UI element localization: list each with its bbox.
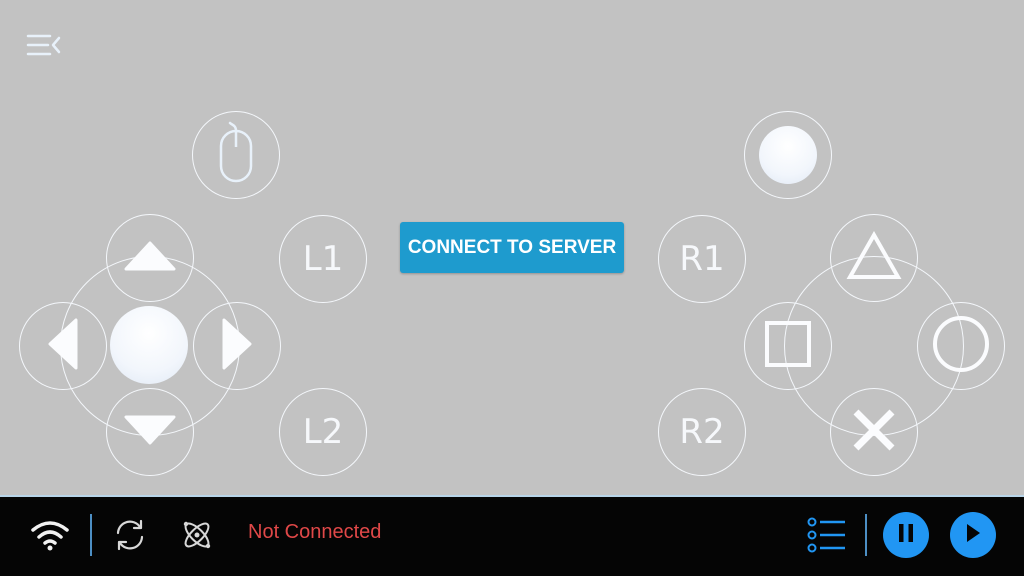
r1-label: R1	[679, 239, 725, 279]
right-joystick-button[interactable]	[744, 111, 832, 199]
square-icon	[764, 320, 812, 372]
play-button[interactable]	[950, 512, 996, 558]
play-icon	[964, 522, 982, 548]
r2-label: R2	[679, 412, 725, 452]
connection-status: Not Connected	[248, 521, 382, 543]
triangle-right-icon	[220, 316, 254, 376]
mouse-icon	[218, 121, 254, 189]
list-icon[interactable]	[804, 515, 848, 555]
bottom-separator-right	[865, 514, 867, 556]
bottom-separator	[90, 514, 92, 556]
left-joystick-knob[interactable]	[110, 306, 188, 384]
wifi-icon[interactable]	[28, 515, 72, 555]
triangle-down-icon	[122, 413, 178, 451]
pause-button[interactable]	[883, 512, 929, 558]
bottom-bar: Not Connected	[0, 497, 1024, 576]
connect-to-server-button[interactable]: CONNECT TO SERVER	[400, 222, 624, 273]
square-button[interactable]	[744, 302, 832, 390]
triangle-left-icon	[46, 316, 80, 376]
l1-button[interactable]: L1	[279, 215, 367, 303]
triangle-button[interactable]	[830, 214, 918, 302]
triangle-up-icon	[122, 239, 178, 277]
circle-button[interactable]	[917, 302, 1005, 390]
triangle-icon	[846, 230, 902, 285]
circle-icon	[931, 314, 991, 378]
network-icon[interactable]	[177, 515, 217, 555]
refresh-icon[interactable]	[110, 515, 150, 555]
l2-button[interactable]: L2	[279, 388, 367, 476]
r2-button[interactable]: R2	[658, 388, 746, 476]
cross-icon	[850, 406, 898, 458]
dpad-left-button[interactable]	[19, 302, 107, 390]
dpad-up-button[interactable]	[106, 214, 194, 302]
cross-button[interactable]	[830, 388, 918, 476]
l2-label: L2	[302, 412, 344, 452]
controller-area: L1 L2 CONNECT TO SERVER R1 R2	[0, 0, 1024, 495]
dpad-right-button[interactable]	[193, 302, 281, 390]
menu-collapse-icon[interactable]	[24, 28, 64, 62]
r1-button[interactable]: R1	[658, 215, 746, 303]
l1-label: L1	[302, 239, 344, 279]
right-joystick-knob	[759, 126, 817, 184]
mouse-toggle-button[interactable]	[192, 111, 280, 199]
pause-icon	[897, 523, 915, 547]
dpad-down-button[interactable]	[106, 388, 194, 476]
